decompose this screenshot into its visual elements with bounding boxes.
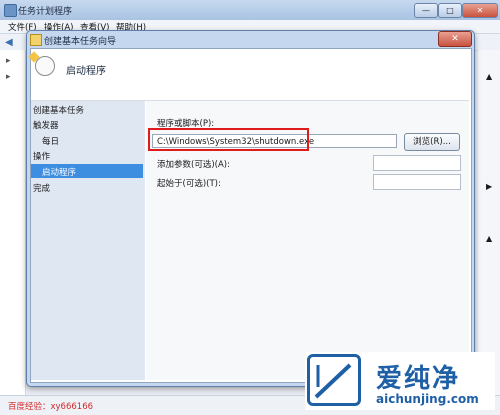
expand-arrow-icon[interactable]: ▶ [486, 182, 492, 191]
dialog-close-button[interactable]: ✕ [438, 31, 472, 47]
actions-pane [478, 50, 500, 395]
browse-button[interactable]: 浏览(R)... [404, 133, 460, 151]
back-arrow-icon[interactable]: ◀ [5, 37, 13, 48]
dialog-title: 创建基本任务向导 [44, 37, 117, 47]
nav-finish[interactable]: 完成 [33, 182, 50, 194]
main-close-button[interactable]: ✕ [462, 3, 498, 18]
arguments-label: 添加参数(可选)(A): [157, 160, 230, 170]
tree-expand-icon[interactable]: ▸ [6, 72, 11, 82]
main-window-title: 任务计划程序 [18, 7, 73, 17]
clock-icon [35, 56, 55, 76]
watermark-title: 爱纯净 [376, 364, 461, 394]
wizard-icon [30, 34, 42, 46]
minimize-button[interactable]: — [414, 3, 438, 18]
tree-expand-icon[interactable]: ▸ [6, 56, 11, 66]
status-text: 百度经验：xy666166 [8, 402, 94, 412]
collapse-arrow-icon[interactable]: ▲ [486, 72, 492, 81]
watermark-url: aichunjing.com [376, 392, 479, 406]
tree-pane [0, 50, 26, 395]
brand-logo-icon [307, 354, 361, 406]
annotation-highlight [148, 128, 309, 151]
collapse-arrow-icon[interactable]: ▲ [486, 234, 492, 243]
maximize-button[interactable]: □ [438, 3, 462, 18]
start-in-label: 起始于(可选)(T): [157, 179, 221, 189]
nav-create-task[interactable]: 创建基本任务 [33, 104, 84, 116]
task-scheduler-icon [4, 4, 17, 17]
step-title: 启动程序 [66, 66, 106, 77]
nav-daily[interactable]: 每日 [42, 135, 59, 147]
nav-trigger[interactable]: 触发器 [33, 119, 59, 131]
nav-action[interactable]: 操作 [33, 150, 50, 162]
arguments-input[interactable] [373, 155, 461, 171]
nav-start-program[interactable]: 启动程序 [42, 166, 76, 178]
start-in-input[interactable] [373, 174, 461, 190]
